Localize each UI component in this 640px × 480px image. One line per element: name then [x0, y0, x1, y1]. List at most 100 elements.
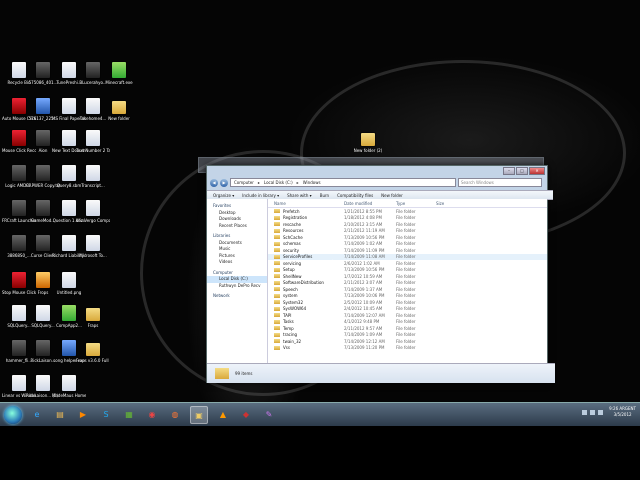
folder-icon — [86, 343, 100, 356]
tray-icon[interactable] — [582, 409, 588, 415]
folder-icon — [274, 345, 280, 350]
folder-icon — [274, 287, 280, 292]
file-date: 2/6/2012 1:02 AM — [344, 260, 380, 266]
column-header-size[interactable]: Size — [436, 201, 476, 206]
new-folder-button[interactable]: New folder — [381, 193, 403, 198]
file-name: ServiceProfiles — [283, 254, 313, 260]
start-button[interactable] — [4, 406, 22, 424]
folder-icon — [274, 254, 280, 259]
desktop-icon-label: Minecraft.exe — [105, 80, 133, 85]
nav-network[interactable]: Network — [207, 293, 267, 300]
desktop-icon[interactable]: MadeMaus Homework... — [52, 375, 86, 398]
column-header-date[interactable]: Date modified — [344, 201, 396, 206]
desktop-icon[interactable]: Fraps — [78, 305, 108, 328]
chrome-icon[interactable]: ◉ — [144, 406, 160, 422]
column-header-type[interactable]: Type — [396, 201, 436, 206]
file-date: 7/14/2009 1:02 AM — [344, 241, 383, 247]
file-icon — [12, 340, 26, 356]
desktop-icon[interactable]: Minecraft.exe — [104, 62, 134, 85]
file-name-cell: Resources — [268, 228, 344, 233]
folder-icon[interactable]: ▤ — [52, 406, 68, 422]
file-name-cell: tracing — [268, 332, 344, 337]
file-icon — [36, 305, 50, 321]
game-icon[interactable]: ◆ — [238, 406, 254, 422]
file-icon — [86, 62, 100, 78]
file-date: 1/18/2012 4:08 PM — [344, 215, 382, 221]
file-date: 7/14/2009 12:07 AM — [344, 312, 385, 318]
breadcrumb-separator: ▸ — [257, 180, 260, 185]
file-name-cell: Temp — [268, 326, 344, 331]
clock[interactable]: 9:26 ARGENT 3/5/2012 — [609, 406, 636, 418]
desktop-icon[interactable]: Microsoft To... — [78, 235, 108, 258]
file-icon — [12, 130, 26, 146]
file-name-cell: Prefetch — [268, 209, 344, 214]
desktop-icon[interactable]: Wiz Vergo Compani... — [76, 200, 110, 223]
media-icon[interactable]: ▶ — [75, 406, 91, 422]
file-name: security — [283, 247, 299, 253]
file-icon — [12, 200, 26, 216]
paint-icon[interactable]: ✎ — [261, 406, 277, 422]
organize-button[interactable]: Organize ▾ — [213, 193, 234, 198]
file-icon — [62, 62, 76, 78]
file-icon — [86, 200, 100, 216]
file-type: File folder — [396, 273, 416, 279]
file-name: tracing — [283, 332, 298, 338]
desktop-icon[interactable]: New folder — [104, 98, 134, 121]
tray-icon[interactable] — [590, 409, 596, 415]
file-icon — [62, 340, 76, 356]
desktop-icon[interactable]: Frops v3.6.0 Full Regist... — [76, 340, 110, 363]
back-arrow-icon[interactable]: ◀ — [210, 178, 218, 187]
navigation-pane: Favorites Desktop Downloads Recent Place… — [207, 199, 268, 363]
ie-icon[interactable]: e — [29, 406, 45, 422]
skype-icon[interactable]: S — [98, 406, 114, 422]
desktop-icon-label: Fraps — [87, 323, 99, 328]
compatibility-files-button[interactable]: Compatibility files — [337, 193, 373, 198]
file-icon — [36, 130, 50, 146]
desktop-icon[interactable]: Transcript... — [78, 165, 108, 188]
close-button[interactable]: ✕ — [529, 167, 545, 175]
volume-icon[interactable] — [598, 409, 604, 415]
folder-icon — [274, 248, 280, 253]
desktop-icon-label: Frops v3.6.0 Full Regist... — [76, 358, 110, 363]
file-name: Speech — [283, 286, 298, 292]
firefox-icon[interactable]: ◍ — [167, 406, 183, 422]
file-name-cell: twain_32 — [268, 339, 344, 344]
breadcrumb-local-disk[interactable]: Local Disk (C:) — [264, 179, 293, 186]
search-input[interactable]: Search Windows — [458, 178, 542, 187]
burn-button[interactable]: Burn — [320, 193, 329, 198]
forward-arrow-icon[interactable]: ▶ — [220, 178, 228, 187]
breadcrumb-windows[interactable]: Windows — [303, 179, 321, 186]
folder-icon — [274, 241, 280, 246]
file-date: 7/13/2009 10:06 PM — [344, 293, 385, 299]
include-in-library-button[interactable]: Include in library ▾ — [242, 193, 279, 198]
folder-icon — [215, 368, 229, 379]
file-icon — [62, 200, 76, 216]
file-name-cell: TAPI — [268, 313, 344, 318]
explorer-window: – □ ✕ ◀ ▶ Computer ▸ Local Disk (C:) ▸ W… — [206, 165, 555, 383]
file-date: 2/5/2012 10:09 AM — [344, 299, 383, 305]
file-name-cell: SysWOW64 — [268, 306, 344, 311]
item-count: 99 items — [235, 371, 253, 376]
explorer-icon[interactable]: ▣ — [190, 406, 208, 424]
desktop-icon[interactable]: Untitled.png — [54, 272, 84, 295]
file-name: System32 — [283, 299, 304, 305]
file-row[interactable]: Vss 7/13/2009 11:20 PM File folder — [268, 345, 547, 352]
breadcrumb-computer[interactable]: Computer — [234, 179, 254, 186]
desktop-icon-new-folder-2[interactable]: New folder (2) — [353, 130, 383, 153]
share-with-button[interactable]: Share with ▾ — [287, 193, 312, 198]
file-list: Name Date modified Type Size Prefetch 1/2… — [268, 199, 547, 363]
details-pane: 99 items — [207, 363, 555, 383]
column-header-name[interactable]: Name — [268, 201, 344, 206]
folder-icon — [274, 339, 280, 344]
address-bar[interactable]: Computer ▸ Local Disk (C:) ▸ Windows — [230, 178, 456, 187]
file-type: File folder — [396, 299, 416, 305]
folder-icon — [274, 332, 280, 337]
file-type: File folder — [396, 260, 416, 266]
minecraft-icon[interactable]: ▦ — [121, 406, 137, 422]
vlc-icon[interactable]: ▲ — [215, 406, 231, 422]
maximize-button[interactable]: □ — [516, 167, 528, 175]
desktop-icon[interactable]: Text Number 2 Take ho... — [76, 130, 110, 153]
desktop-icon-label: New folder — [108, 116, 130, 121]
minimize-button[interactable]: – — [503, 167, 515, 175]
file-rows: Prefetch 1/21/2012 8:55 PM File folder Regi… — [268, 208, 547, 351]
